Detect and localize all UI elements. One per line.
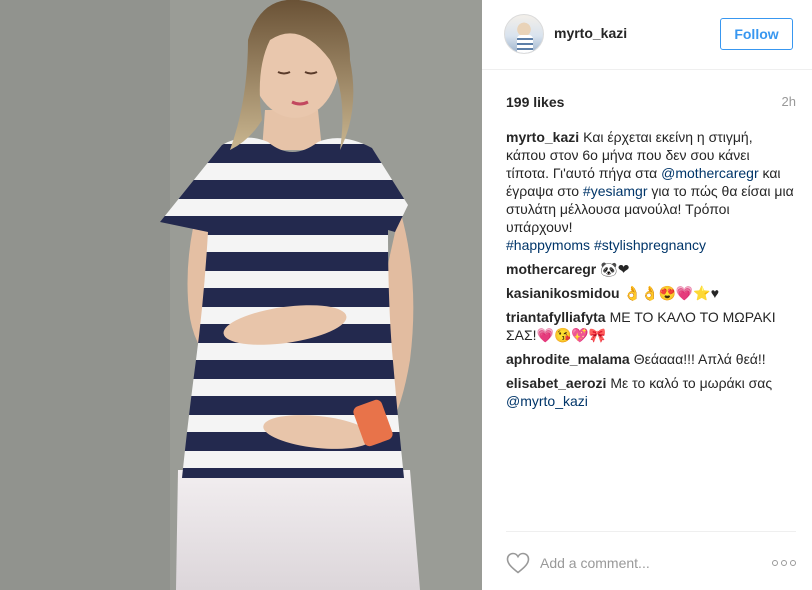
more-options-icon[interactable] bbox=[772, 558, 796, 568]
post-photo[interactable] bbox=[0, 0, 482, 590]
post-timestamp[interactable]: 2h bbox=[782, 94, 796, 110]
comment-item: kasianikosmidou 👌👌😍💗⭐♥ bbox=[506, 284, 796, 302]
dot bbox=[790, 560, 796, 566]
header-username-link[interactable]: myrto_kazi bbox=[554, 25, 627, 41]
comment-username-link[interactable]: elisabet_aerozi bbox=[506, 375, 606, 391]
comment-text: Θεάααα!!! Απλά θεά!! bbox=[633, 351, 766, 367]
comment-username-link[interactable]: kasianikosmidou bbox=[506, 285, 620, 301]
dot bbox=[781, 560, 787, 566]
comment-item: elisabet_aerozi Με το καλό το μωράκι σας … bbox=[506, 374, 796, 410]
post-header: myrto_kazi Follow bbox=[482, 0, 812, 70]
pregnant-woman-photo bbox=[0, 0, 482, 590]
post-details-panel: myrto_kazi Follow 199 likes 2h myrto_kaz… bbox=[482, 0, 812, 590]
comments-list: myrto_kazi Και έρχεται εκείνη η στιγμή, κ… bbox=[506, 128, 796, 416]
comment-text: 👌👌😍💗⭐♥ bbox=[623, 285, 720, 301]
likes-row: 199 likes 2h bbox=[506, 94, 796, 110]
instagram-post: myrto_kazi Follow 199 likes 2h myrto_kaz… bbox=[0, 0, 812, 590]
hashtag-link-happymoms[interactable]: #happymoms bbox=[506, 237, 590, 253]
hashtag-link-stylishpregnancy[interactable]: #stylishpregnancy bbox=[594, 237, 706, 253]
mention-link-mothercaregr[interactable]: @mothercaregr bbox=[661, 165, 758, 181]
avatar-figure bbox=[517, 35, 533, 53]
comment-bar bbox=[506, 531, 796, 590]
comment-username-link[interactable]: triantafylliafyta bbox=[506, 309, 606, 325]
add-comment-input[interactable] bbox=[540, 551, 740, 575]
mention-link-myrto-kazi[interactable]: @myrto_kazi bbox=[506, 393, 588, 409]
caption: myrto_kazi Και έρχεται εκείνη η στιγμή, κ… bbox=[506, 128, 796, 254]
comment-item: aphrodite_malama Θεάααα!!! Απλά θεά!! bbox=[506, 350, 796, 368]
dot bbox=[772, 560, 778, 566]
comment-username-link[interactable]: mothercaregr bbox=[506, 261, 596, 277]
comment-item: mothercaregr 🐼❤ bbox=[506, 260, 796, 278]
heart-icon[interactable] bbox=[506, 552, 530, 574]
hashtag-link-yesiamgr[interactable]: #yesiamgr bbox=[583, 183, 648, 199]
likes-count[interactable]: 199 likes bbox=[506, 94, 564, 110]
caption-username-link[interactable]: myrto_kazi bbox=[506, 129, 579, 145]
comment-text: Με το καλό το μωράκι σας bbox=[610, 375, 773, 391]
avatar[interactable] bbox=[504, 14, 544, 54]
follow-button[interactable]: Follow bbox=[720, 18, 793, 50]
comment-text: 🐼❤ bbox=[600, 261, 630, 277]
comment-item: triantafylliafyta ΜΕ ΤΟ ΚΑΛΟ ΤΟ ΜΩΡΑΚΙ ΣΑ… bbox=[506, 308, 796, 344]
comment-username-link[interactable]: aphrodite_malama bbox=[506, 351, 630, 367]
